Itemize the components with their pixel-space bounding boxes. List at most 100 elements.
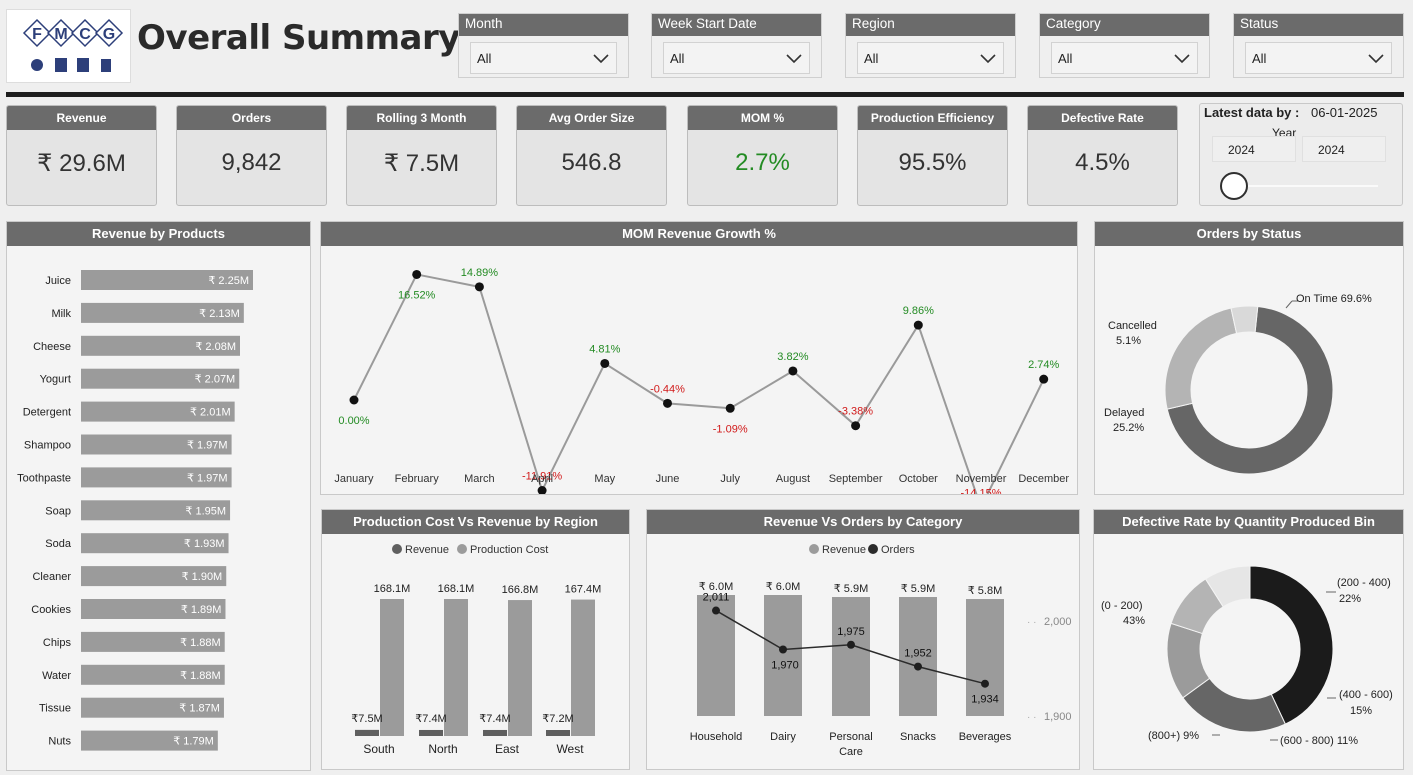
revenue-value-label: ₹7.2M (542, 713, 573, 725)
cost-vs-revenue-chart: Revenue Production Cost ₹7.5M 168.1M South ₹7… (351, 544, 602, 756)
chevron-down-icon (980, 54, 996, 64)
revenue-value-label: ₹ 5.9M (901, 583, 936, 595)
revenue-by-products-panel: Revenue by Products Juice ₹ 2.25M Milk ₹ 2.… (6, 221, 311, 771)
kpi-value: 4.5% (1075, 149, 1130, 176)
y2-tick-label: 1,900 (1044, 711, 1072, 723)
month-tick-label: December (1018, 473, 1069, 485)
revenue-by-products-chart: Juice ₹ 2.25M Milk ₹ 2.13M Cheese ₹ 2.08M Yogu… (17, 270, 253, 751)
product-value-label: ₹ 1.88M (180, 670, 221, 682)
growth-value-label: 9.86% (903, 305, 934, 317)
orders-by-status-chart: On Time 69.6% Delayed 25.2% Cancelled 5.1% (1104, 293, 1372, 475)
revenue-value-label: ₹7.4M (415, 713, 446, 725)
growth-value-label: -3.38% (838, 406, 873, 418)
status-slicer[interactable]: Status All (1233, 13, 1404, 78)
growth-line (353, 273, 1045, 494)
mom-growth-panel: MOM Revenue Growth % 0.00% January 16.52% F… (320, 221, 1078, 495)
kpi-avg-order-size: Avg Order Size 546.8 (516, 105, 667, 206)
status-pct-label: 25.2% (1113, 422, 1144, 434)
week-start-date-slicer[interactable]: Week Start Date All (651, 13, 822, 78)
region-slicer[interactable]: Region All (845, 13, 1016, 78)
product-value-label: ₹ 1.87M (179, 703, 220, 715)
defect-label: (200 - 400) (1337, 577, 1391, 589)
category-tick-label: Beverages (959, 731, 1012, 743)
product-value-label: ₹ 2.08M (195, 341, 236, 353)
mom-growth-chart: 0.00%January16.52%February14.89%March -11… (334, 267, 1069, 494)
year-slider-handle[interactable] (1220, 172, 1248, 200)
kpi-defective-rate: Defective Rate 4.5% (1027, 105, 1178, 206)
legend-marker (457, 544, 467, 554)
page-title: Overall Summary (137, 18, 460, 58)
legend-label: Orders (881, 544, 915, 556)
month-dropdown[interactable]: All (470, 42, 617, 74)
orders-value-label: 1,970 (771, 660, 799, 672)
chevron-down-icon (1368, 54, 1384, 64)
cost-vs-revenue-panel: Production Cost Vs Revenue by Region Rev… (321, 509, 630, 770)
month-tick-label: March (464, 473, 495, 485)
product-value-label: ₹ 2.07M (195, 374, 236, 386)
year-to-input[interactable]: 2024 (1302, 136, 1386, 162)
month-slicer[interactable]: Month All (458, 13, 629, 78)
kpi-value: 9,842 (221, 149, 282, 176)
kpi-label: Orders (177, 106, 326, 130)
revenue-vs-orders-chart: Revenue Orders₹ 6.0MHousehold₹ 6.0MDairy₹… (690, 544, 1072, 758)
year-slicer[interactable]: Latest data by : 06-01-2025 Year 2024 20… (1199, 103, 1403, 206)
legend-marker (392, 544, 402, 554)
production-cost-value-label: 167.4M (565, 584, 602, 596)
category-dropdown[interactable]: All (1051, 42, 1198, 74)
product-label: Cleaner (32, 571, 71, 583)
month-slicer-label: Month (459, 14, 628, 36)
category-tick-label: Dairy (770, 731, 796, 743)
kpi-production-efficiency: Production Efficiency 95.5% (857, 105, 1008, 206)
orders-point (712, 606, 720, 615)
kpi-value: ₹ 29.6M (37, 150, 126, 177)
status-dropdown[interactable]: All (1245, 42, 1392, 74)
production-cost-bar (444, 599, 468, 736)
defect-label: (0 - 200) (1101, 600, 1143, 612)
category-slicer[interactable]: Category All (1039, 13, 1210, 78)
growth-value-label: 0.00% (338, 415, 369, 427)
growth-point (600, 358, 610, 368)
orders-point (914, 662, 922, 671)
orders-value-label: 2,011 (703, 592, 730, 604)
year-from-input[interactable]: 2024 (1212, 136, 1296, 162)
orders-by-status-panel: Orders by Status On Time 69.6% Delayed 25.… (1094, 221, 1404, 495)
status-label: Delayed (1104, 407, 1144, 419)
growth-point (349, 395, 359, 405)
kpi-label: Avg Order Size (517, 106, 666, 130)
product-label: Chips (43, 637, 72, 649)
region-dropdown[interactable]: All (857, 42, 1004, 74)
month-tick-label: April (531, 473, 553, 485)
revenue-value-label: ₹ 5.9M (834, 583, 869, 595)
month-tick-label: July (720, 473, 740, 485)
revenue-bar (832, 597, 870, 716)
logo-letter: M (54, 26, 67, 43)
product-value-label: ₹ 2.13M (199, 308, 240, 320)
week-start-date-dropdown[interactable]: All (663, 42, 810, 74)
legend-label: Revenue (822, 544, 866, 556)
kpi-revenue: Revenue ₹ 29.6M (6, 105, 157, 206)
kpi-value: 95.5% (898, 149, 967, 176)
category-tick-label: Personal (829, 731, 872, 743)
product-value-label: ₹ 1.89M (181, 604, 222, 616)
month-tick-label: August (776, 473, 810, 485)
product-label: Soda (45, 538, 72, 550)
growth-value-label: -1.09% (713, 423, 748, 435)
kpi-value: ₹ 7.5M (383, 150, 460, 177)
latest-data-label: Latest data by : (1204, 105, 1300, 120)
panel-title: Production Cost Vs Revenue by Region (322, 510, 629, 534)
defective-rate-chart: (0 - 200) 43% (200 - 400) 22% (400 - 600) 15%… (1101, 565, 1393, 747)
growth-point (1039, 374, 1049, 384)
kpi-label: Production Efficiency (858, 106, 1007, 130)
region-tick-label: North (428, 742, 457, 756)
header-divider (6, 92, 1404, 97)
product-label: Toothpaste (17, 472, 71, 484)
defect-label: 43% (1123, 615, 1145, 627)
product-value-label: ₹ 1.97M (187, 472, 228, 484)
status-label: Cancelled (1108, 320, 1157, 332)
revenue-bar (483, 729, 507, 736)
category-tick-label: Care (839, 746, 863, 758)
panel-title: Defective Rate by Quantity Produced Bin (1094, 510, 1403, 534)
growth-point (412, 269, 422, 279)
kpi-mom: MOM % 2.7% (687, 105, 838, 206)
region-tick-label: South (363, 742, 394, 756)
